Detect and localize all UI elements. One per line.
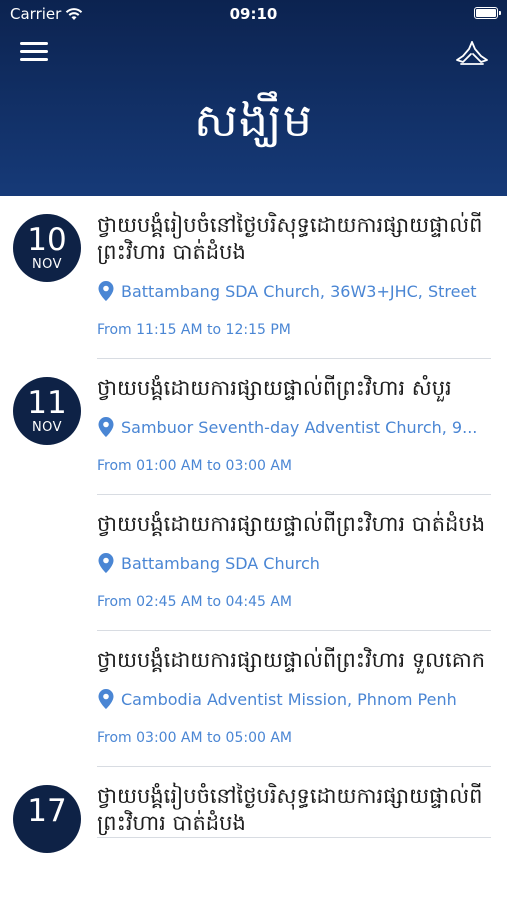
location-pin-icon <box>98 417 114 437</box>
event-location[interactable]: Sambuor Seventh-day Adventist Church, 9.… <box>97 416 491 438</box>
date-badge: 11 NOV <box>13 377 81 445</box>
event-title: ថ្វាយបង្គំរៀបចំនៅថ្ងៃបរិសុទ្ធដោយការផ្សាយ… <box>97 784 483 835</box>
event-time: From 01:00 AM to 03:00 AM <box>97 458 292 474</box>
event-list: 10 NOV ថ្វាយបង្គំរៀបចំនៅថ្ងៃបរិសុទ្ធដោយក… <box>0 196 507 853</box>
event-location[interactable]: Battambang SDA Church, 36W3+JHC, Street <box>97 280 491 302</box>
event-location[interactable]: Battambang SDA Church <box>97 552 491 574</box>
event-item[interactable]: ថ្វាយបង្គំដោយការផ្សាយផ្ទាល់ពីព្រះវិហារ ប… <box>0 495 507 631</box>
date-day: 17 <box>27 793 67 829</box>
event-item[interactable]: ថ្វាយបង្គំដោយការផ្សាយផ្ទាល់ពីព្រះវិហារ ទ… <box>0 631 507 767</box>
date-day: 11 <box>27 385 67 421</box>
date-badge: 17 <box>13 785 81 853</box>
location-text: Cambodia Adventist Mission, Phnom Penh <box>121 689 457 709</box>
location-pin-icon <box>98 281 114 301</box>
event-title: ថ្វាយបង្គំដោយការផ្សាយផ្ទាល់ពីព្រះវិហារ ប… <box>97 512 486 536</box>
page-title: សង្ឃឹម <box>194 93 313 147</box>
praying-hands-icon[interactable] <box>455 38 489 66</box>
event-title: ថ្វាយបង្គំដោយការផ្សាយផ្ទាល់ពីព្រះវិហារ ស… <box>97 376 452 400</box>
status-bar: Carrier 09:10 <box>0 0 507 28</box>
location-text: Sambuor Seventh-day Adventist Church, 9.… <box>121 417 478 437</box>
location-text: Battambang SDA Church, 36W3+JHC, Street <box>121 281 477 301</box>
event-item[interactable]: 17 ថ្វាយបង្គំរៀបចំនៅថ្ងៃបរិសុទ្ធដោយការផ្… <box>0 767 507 853</box>
event-time: From 11:15 AM to 12:15 PM <box>97 322 291 338</box>
date-month: NOV <box>31 257 63 272</box>
event-location[interactable]: Cambodia Adventist Mission, Phnom Penh <box>97 688 491 710</box>
event-time: From 03:00 AM to 05:00 AM <box>97 730 292 746</box>
event-item[interactable]: 11 NOV ថ្វាយបង្គំដោយការផ្សាយផ្ទាល់ពីព្រះ… <box>0 359 507 495</box>
battery-icon <box>474 7 501 19</box>
date-badge: 10 NOV <box>13 214 81 282</box>
location-pin-icon <box>98 553 114 573</box>
event-time: From 02:45 AM to 04:45 AM <box>97 594 292 610</box>
date-month: NOV <box>31 420 63 435</box>
hamburger-menu-icon[interactable] <box>20 40 48 64</box>
location-pin-icon <box>98 689 114 709</box>
location-text: Battambang SDA Church <box>121 553 320 573</box>
date-day: 10 <box>27 222 67 258</box>
event-title: ថ្វាយបង្គំរៀបចំនៅថ្ងៃបរិសុទ្ធដោយការផ្សាយ… <box>97 213 483 264</box>
event-item[interactable]: 10 NOV ថ្វាយបង្គំរៀបចំនៅថ្ងៃបរិសុទ្ធដោយក… <box>0 196 507 359</box>
status-time: 09:10 <box>229 5 278 23</box>
header: Carrier 09:10 សង្ឃឹម <box>0 0 507 196</box>
event-title: ថ្វាយបង្គំដោយការផ្សាយផ្ទាល់ពីព្រះវិហារ ទ… <box>97 648 486 672</box>
